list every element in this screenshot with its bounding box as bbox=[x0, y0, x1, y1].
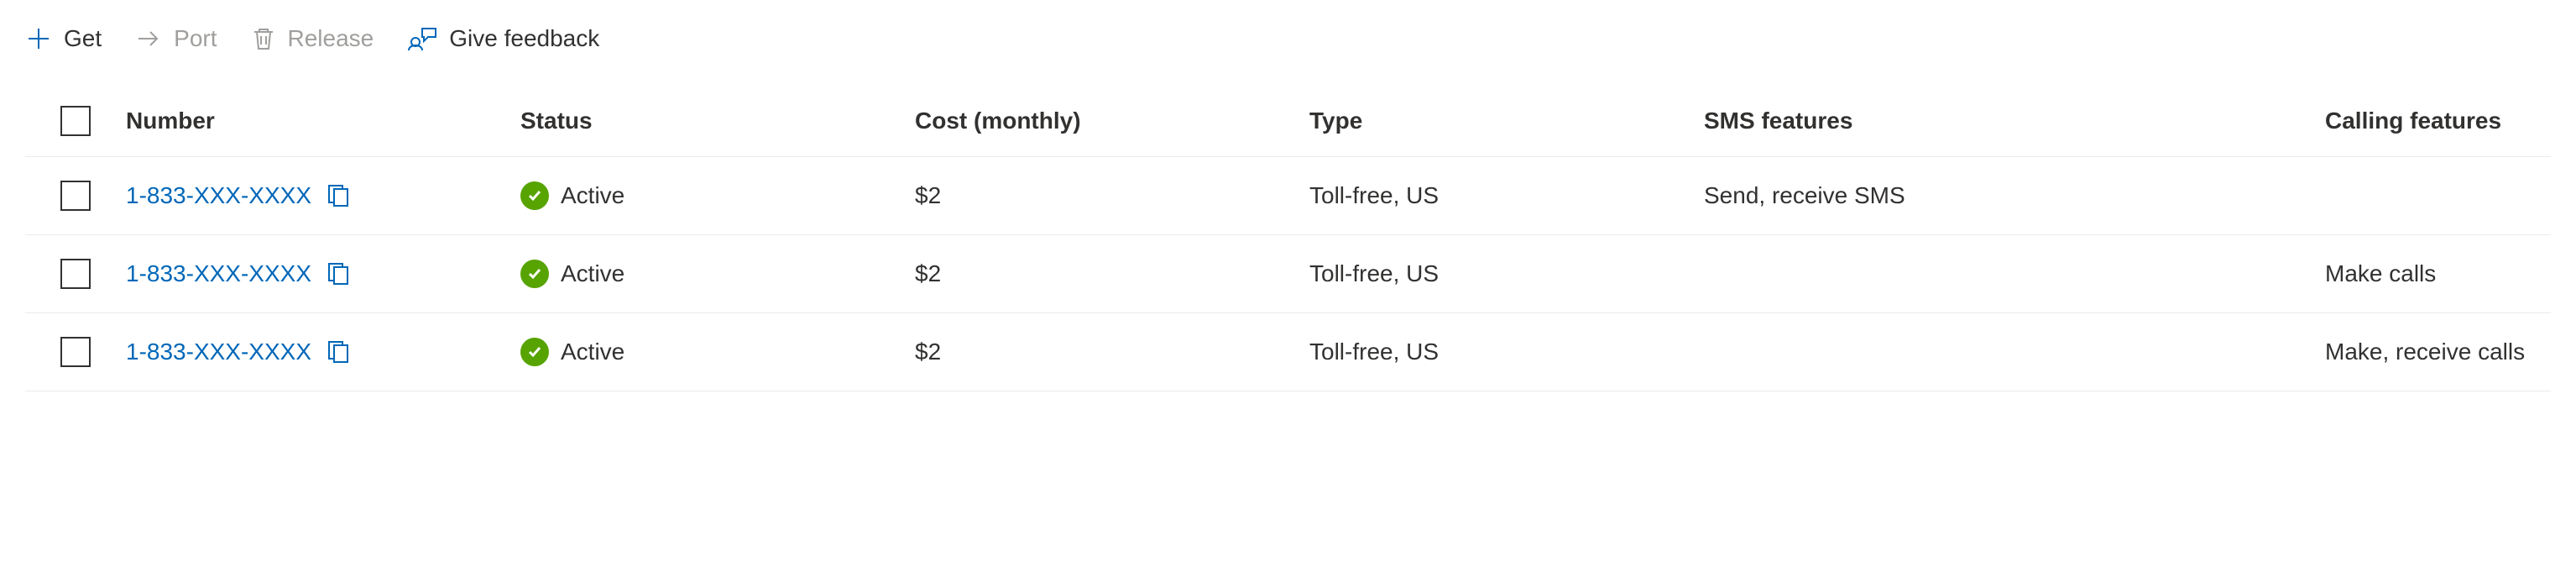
port-label: Port bbox=[174, 25, 217, 52]
status-active-icon bbox=[520, 260, 549, 288]
number-cell: 1-833-XXX-XXXX bbox=[126, 260, 520, 287]
get-button[interactable]: Get bbox=[25, 25, 102, 52]
copy-icon[interactable] bbox=[327, 261, 350, 286]
feedback-button[interactable]: Give feedback bbox=[407, 25, 599, 52]
phone-number-link[interactable]: 1-833-XXX-XXXX bbox=[126, 339, 311, 365]
status-cell: Active bbox=[520, 338, 915, 366]
number-cell: 1-833-XXX-XXXX bbox=[126, 182, 520, 209]
header-number[interactable]: Number bbox=[126, 108, 520, 134]
header-sms[interactable]: SMS features bbox=[1704, 108, 2325, 134]
row-select-cell bbox=[25, 181, 126, 211]
row-select-cell bbox=[25, 259, 126, 289]
copy-icon[interactable] bbox=[327, 183, 350, 208]
type-cell: Toll-free, US bbox=[1309, 260, 1704, 287]
status-active-icon bbox=[520, 181, 549, 210]
cost-cell: $2 bbox=[915, 260, 1309, 287]
number-cell: 1-833-XXX-XXXX bbox=[126, 339, 520, 365]
status-text: Active bbox=[561, 260, 624, 287]
row-select-cell bbox=[25, 337, 126, 367]
type-cell: Toll-free, US bbox=[1309, 339, 1704, 365]
feedback-label: Give feedback bbox=[449, 25, 599, 52]
status-cell: Active bbox=[520, 260, 915, 288]
row-checkbox[interactable] bbox=[60, 259, 91, 289]
header-type[interactable]: Type bbox=[1309, 108, 1704, 134]
phone-number-link[interactable]: 1-833-XXX-XXXX bbox=[126, 182, 311, 209]
feedback-icon bbox=[407, 25, 437, 52]
toolbar: Get Port Release Give feedback bbox=[25, 17, 2551, 86]
arrow-right-icon bbox=[135, 25, 162, 52]
table-row: 1-833-XXX-XXXX Active $2 Toll-free, US M… bbox=[25, 313, 2551, 391]
table-row: 1-833-XXX-XXXX Active $2 Toll-free, US S… bbox=[25, 157, 2551, 235]
copy-icon[interactable] bbox=[327, 339, 350, 365]
header-calling[interactable]: Calling features bbox=[2325, 108, 2576, 134]
row-checkbox[interactable] bbox=[60, 337, 91, 367]
select-all-cell bbox=[25, 106, 126, 136]
calling-cell: Make calls bbox=[2325, 260, 2576, 287]
status-cell: Active bbox=[520, 181, 915, 210]
release-button[interactable]: Release bbox=[251, 25, 374, 52]
get-label: Get bbox=[64, 25, 102, 52]
release-label: Release bbox=[288, 25, 374, 52]
calling-cell: Make, receive calls bbox=[2325, 339, 2576, 365]
status-text: Active bbox=[561, 182, 624, 209]
phone-number-link[interactable]: 1-833-XXX-XXXX bbox=[126, 260, 311, 287]
cost-cell: $2 bbox=[915, 339, 1309, 365]
table-header-row: Number Status Cost (monthly) Type SMS fe… bbox=[25, 86, 2551, 157]
phone-numbers-table: Number Status Cost (monthly) Type SMS fe… bbox=[25, 86, 2551, 391]
row-checkbox[interactable] bbox=[60, 181, 91, 211]
status-active-icon bbox=[520, 338, 549, 366]
header-status[interactable]: Status bbox=[520, 108, 915, 134]
type-cell: Toll-free, US bbox=[1309, 182, 1704, 209]
header-cost[interactable]: Cost (monthly) bbox=[915, 108, 1309, 134]
port-button[interactable]: Port bbox=[135, 25, 217, 52]
sms-cell: Send, receive SMS bbox=[1704, 182, 2325, 209]
status-text: Active bbox=[561, 339, 624, 365]
table-row: 1-833-XXX-XXXX Active $2 Toll-free, US M… bbox=[25, 235, 2551, 313]
cost-cell: $2 bbox=[915, 182, 1309, 209]
select-all-checkbox[interactable] bbox=[60, 106, 91, 136]
plus-icon bbox=[25, 25, 52, 52]
trash-icon bbox=[251, 25, 276, 52]
